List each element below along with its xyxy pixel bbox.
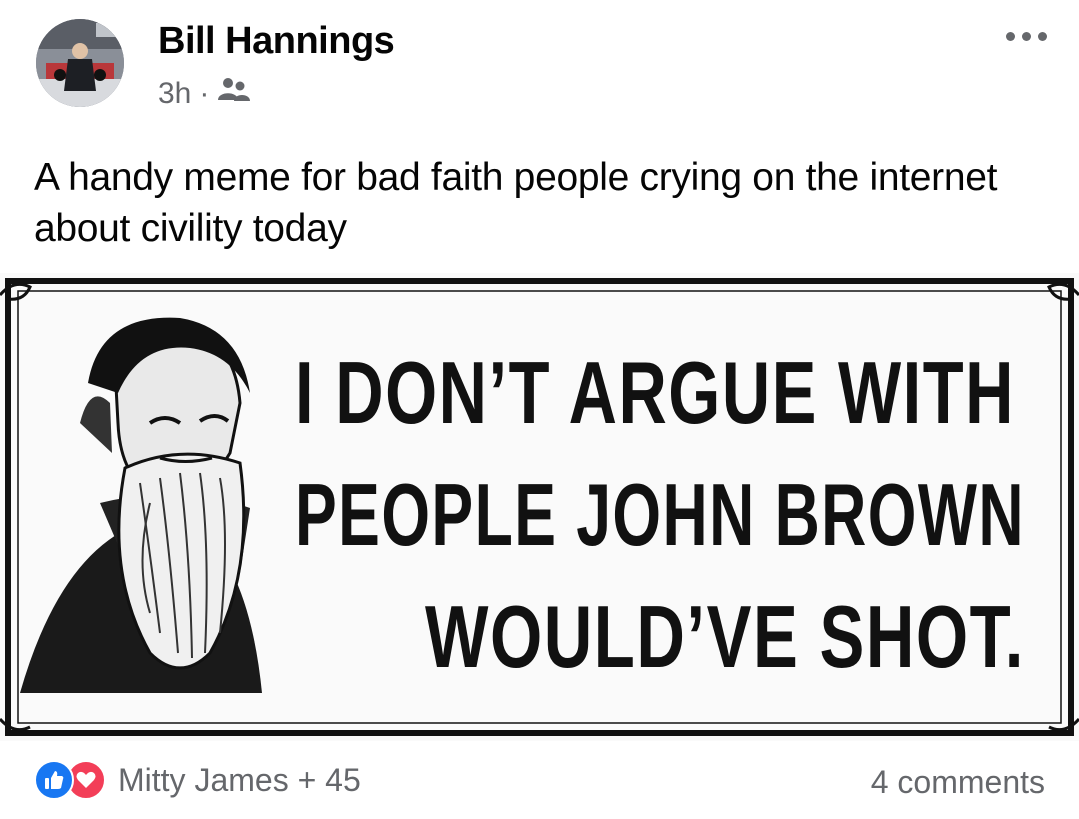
meta-separator: · xyxy=(199,77,210,110)
dot-icon xyxy=(1006,32,1015,41)
reactors-text: Mitty James + 45 xyxy=(118,761,361,798)
avatar-photo xyxy=(36,19,124,107)
meme-image[interactable]: I DON’T ARGUE WITH PEOPLE JOHN BROWN WOU… xyxy=(0,273,1079,741)
author-name[interactable]: Bill Hannings xyxy=(158,20,395,63)
author-avatar[interactable] xyxy=(36,19,124,107)
dot-icon xyxy=(1038,32,1047,41)
like-icon xyxy=(34,760,74,800)
dot-icon xyxy=(1022,32,1031,41)
reactions-summary[interactable]: Mitty James + 45 xyxy=(34,760,361,800)
post-meta: 3h · xyxy=(158,77,251,111)
friends-icon xyxy=(217,77,251,111)
meme-line-1: I DON’T ARGUE WITH xyxy=(295,343,1015,442)
comments-count-link[interactable]: 4 comments xyxy=(871,764,1045,801)
meme-line-3: WOULD’VE SHOT. xyxy=(425,587,1025,686)
more-options-button[interactable] xyxy=(1000,26,1053,47)
post-text: A handy meme for bad faith people crying… xyxy=(34,156,998,250)
meme-line-2: PEOPLE JOHN BROWN xyxy=(295,465,1025,564)
post-timestamp[interactable]: 3h xyxy=(158,77,191,111)
